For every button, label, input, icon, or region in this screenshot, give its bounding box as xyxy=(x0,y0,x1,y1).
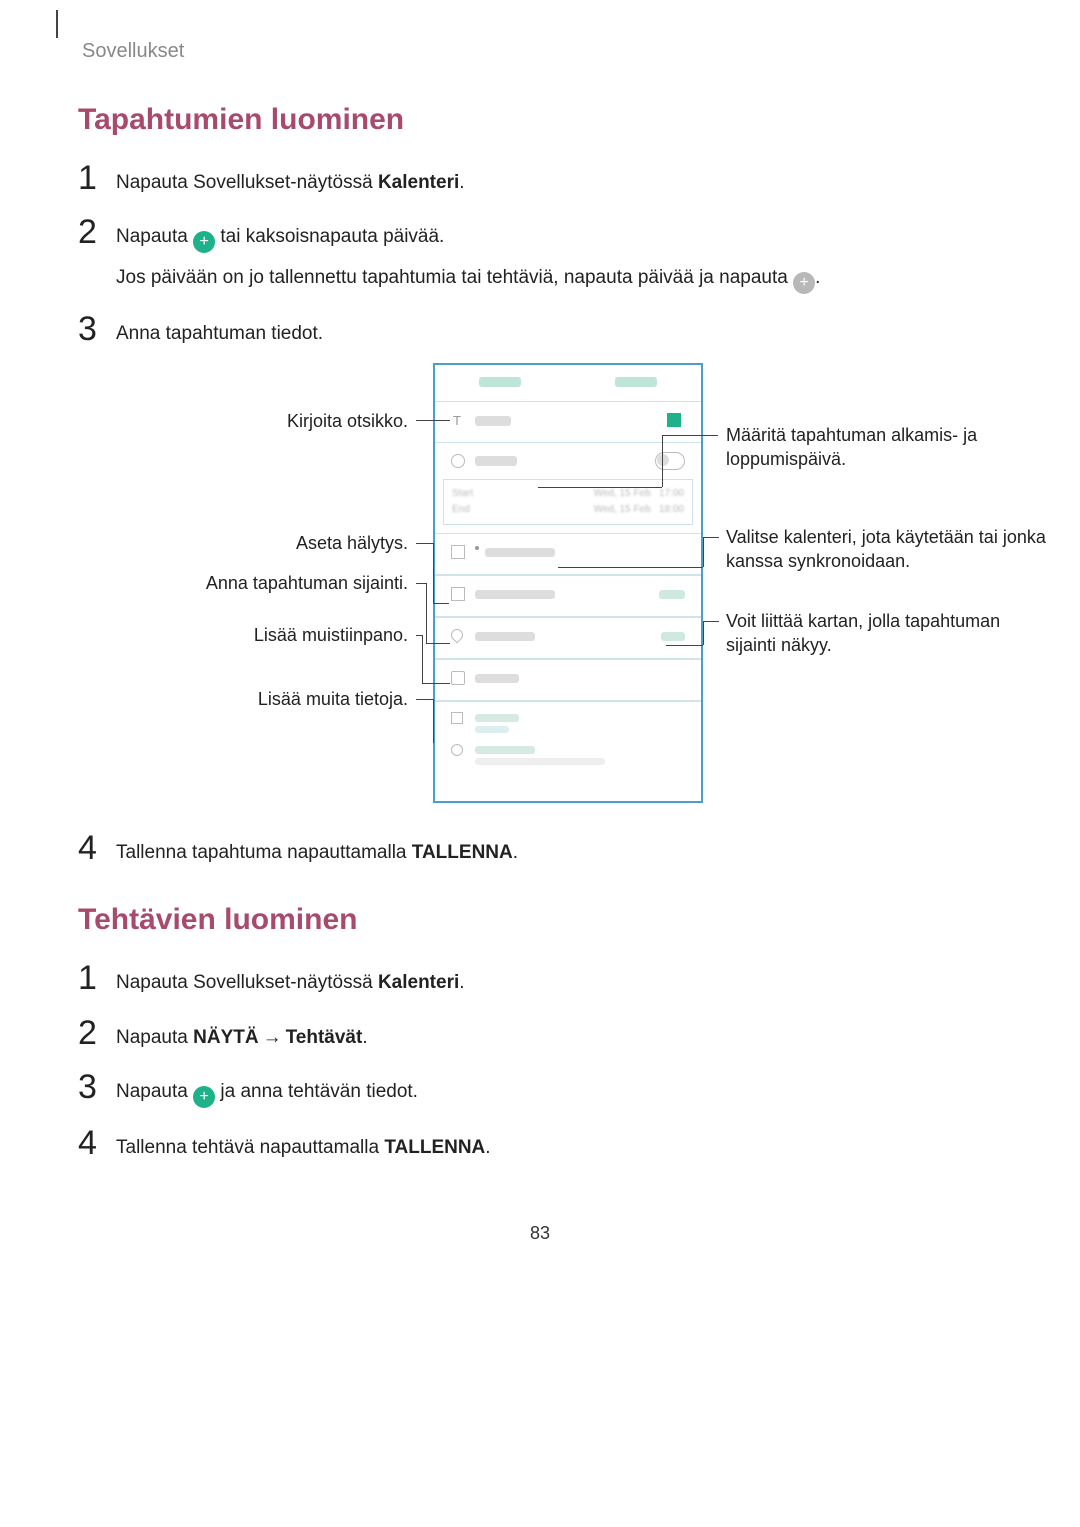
phone-mock: T StartWed, 15 Feb 17:00 EndWed, 15 Feb … xyxy=(433,363,703,803)
mock-timezone-row xyxy=(435,734,701,770)
callout-line xyxy=(416,699,433,700)
text: ja anna tehtävän tiedot. xyxy=(215,1081,418,1102)
step-3: 3 Anna tapahtuman tiedot. xyxy=(78,312,1002,348)
bold: TALLENNA xyxy=(384,1137,485,1158)
mock-topbar xyxy=(435,365,701,402)
callout-line xyxy=(416,543,433,544)
bold: Tehtävät xyxy=(286,1027,363,1048)
header-rule xyxy=(56,10,58,38)
text: Tallenna tehtävä napauttamalla xyxy=(116,1137,384,1158)
callout-note: Lisää muistiinpano. xyxy=(78,623,408,647)
section-title-tasks: Tehtävien luominen xyxy=(78,903,1002,937)
callout-line xyxy=(426,643,450,644)
text: Anna tapahtuman tiedot. xyxy=(116,323,323,344)
callout-alarm: Aseta hälytys. xyxy=(78,531,408,555)
mock-location-row xyxy=(435,617,701,659)
text: Tallenna tapahtuma napauttamalla xyxy=(116,842,412,863)
step-body: Napauta + ja anna tehtävän tiedot. xyxy=(116,1070,1002,1108)
arrow-icon: → xyxy=(263,1027,282,1048)
steps-tasks: 1 Napauta Sovellukset-näytössä Kalenteri… xyxy=(78,961,1002,1162)
step-body: Tallenna tapahtuma napauttamalla TALLENN… xyxy=(116,831,1002,867)
step-body: Napauta + tai kaksoisnapauta päivää. Jos… xyxy=(116,215,1002,294)
step-body: Anna tapahtuman tiedot. xyxy=(116,312,1002,348)
steps-events-cont: 4 Tallenna tapahtuma napauttamalla TALLE… xyxy=(78,831,1002,867)
text: Napauta xyxy=(116,1027,193,1048)
callout-more: Lisää muita tietoja. xyxy=(78,687,408,711)
text: . xyxy=(459,972,464,993)
callout-line xyxy=(422,635,423,683)
callout-line xyxy=(433,699,434,743)
callout-title: Kirjoita otsikko. xyxy=(78,409,408,433)
step-number: 1 xyxy=(78,161,116,195)
step-body: Napauta Sovellukset-näytössä Kalenteri. xyxy=(116,961,1002,997)
step-number: 3 xyxy=(78,312,116,346)
callout-line xyxy=(422,683,450,684)
text: Napauta xyxy=(116,1081,193,1102)
callout-line xyxy=(703,621,719,622)
text: Napauta xyxy=(116,226,193,247)
callout-line xyxy=(703,537,704,567)
callout-location: Anna tapahtuman sijainti. xyxy=(78,571,408,595)
callout-line xyxy=(703,621,704,645)
step-1: 1 Napauta Sovellukset-näytössä Kalenteri… xyxy=(78,961,1002,997)
callout-line xyxy=(426,583,427,643)
step-4: 4 Tallenna tapahtuma napauttamalla TALLE… xyxy=(78,831,1002,867)
step-2: 2 Napauta + tai kaksoisnapauta päivää. J… xyxy=(78,215,1002,294)
event-diagram: T StartWed, 15 Feb 17:00 EndWed, 15 Feb … xyxy=(78,363,1002,813)
step-number: 3 xyxy=(78,1070,116,1104)
text: Napauta Sovellukset-näytössä xyxy=(116,972,378,993)
text: . xyxy=(362,1027,367,1048)
bold: Kalenteri xyxy=(378,172,459,193)
step-number: 2 xyxy=(78,215,116,249)
step-number: 4 xyxy=(78,1126,116,1160)
step-4: 4 Tallenna tehtävä napauttamalla TALLENN… xyxy=(78,1126,1002,1162)
step-3: 3 Napauta + ja anna tehtävän tiedot. xyxy=(78,1070,1002,1108)
callout-line xyxy=(558,567,703,568)
mock-alarm-row xyxy=(435,575,701,617)
mock-repeat-row xyxy=(435,701,701,734)
callout-line xyxy=(662,435,718,436)
text: Napauta Sovellukset-näytössä xyxy=(116,172,378,193)
step-body: Tallenna tehtävä napauttamalla TALLENNA. xyxy=(116,1126,1002,1162)
step-2: 2 Napauta NÄYTÄ→Tehtävät. xyxy=(78,1016,1002,1052)
step-number: 4 xyxy=(78,831,116,865)
text: Jos päivään on jo tallennettu tapahtumia… xyxy=(116,267,793,288)
step-1: 1 Napauta Sovellukset-näytössä Kalenteri… xyxy=(78,161,1002,197)
step-body: Napauta NÄYTÄ→Tehtävät. xyxy=(116,1016,1002,1052)
running-header: Sovellukset xyxy=(82,40,1002,63)
step-body: Napauta Sovellukset-näytössä Kalenteri. xyxy=(116,161,1002,197)
step-number: 2 xyxy=(78,1016,116,1050)
section-title-events: Tapahtumien luominen xyxy=(78,103,1002,137)
bold: NÄYTÄ xyxy=(193,1027,258,1048)
mock-calendar-row xyxy=(435,533,701,575)
callout-line xyxy=(416,420,450,421)
callout-dates: Määritä tapahtuman alkamis- ja loppumisp… xyxy=(726,423,1036,472)
text: . xyxy=(815,267,820,288)
mock-dates: StartWed, 15 Feb 17:00 EndWed, 15 Feb 18… xyxy=(443,479,693,525)
text: . xyxy=(513,842,518,863)
page-number: 83 xyxy=(78,1223,1002,1244)
callout-line xyxy=(433,543,434,603)
plus-icon: + xyxy=(193,231,215,253)
bold: Kalenteri xyxy=(378,972,459,993)
text: . xyxy=(485,1137,490,1158)
page: Sovellukset Tapahtumien luominen 1 Napau… xyxy=(0,0,1080,1284)
step-subtext: Jos päivään on jo tallennettu tapahtumia… xyxy=(116,263,1002,294)
text: . xyxy=(459,172,464,193)
plus-icon: + xyxy=(793,272,815,294)
plus-icon: + xyxy=(193,1086,215,1108)
text: tai kaksoisnapauta päivää. xyxy=(215,226,444,247)
bold: TALLENNA xyxy=(412,842,513,863)
callout-calendar: Valitse kalenteri, jota käytetään tai jo… xyxy=(726,525,1056,574)
step-number: 1 xyxy=(78,961,116,995)
callout-line xyxy=(416,583,426,584)
callout-map: Voit liittää kartan, jolla tapahtuman si… xyxy=(726,609,1026,658)
callout-line xyxy=(662,435,663,487)
callout-line xyxy=(666,645,703,646)
steps-events: 1 Napauta Sovellukset-näytössä Kalenteri… xyxy=(78,161,1002,349)
mock-note-row xyxy=(435,659,701,701)
callout-line xyxy=(703,537,719,538)
callout-line xyxy=(538,487,662,488)
callout-line xyxy=(433,603,449,604)
